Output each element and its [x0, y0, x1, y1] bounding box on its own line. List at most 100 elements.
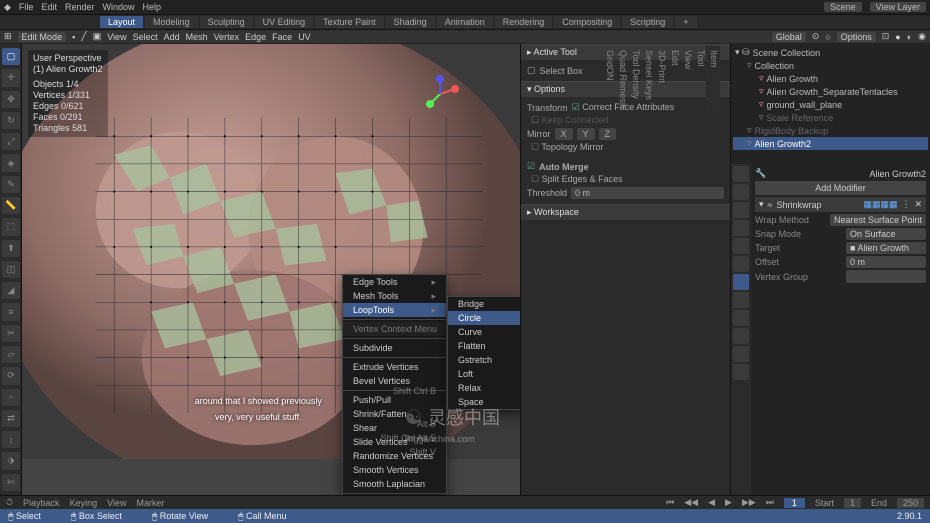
snap-mode-field[interactable]: On Surface [846, 228, 926, 240]
outliner-item[interactable]: ▿ Alien Growth [733, 72, 928, 85]
tool-bevel[interactable]: ◢ [2, 282, 20, 299]
menu-view[interactable]: View [107, 32, 126, 42]
submenu-item[interactable]: Gstretch [448, 353, 520, 367]
nav-gizmo[interactable] [420, 74, 460, 114]
modifier-shrinkwrap[interactable]: ▾ ≈ Shrinkwrap ▦▦▦▦ ⋮ ✕ [755, 197, 926, 212]
options-dropdown[interactable]: Options [837, 32, 876, 42]
modifier-menu-icon[interactable]: ⋮ [901, 199, 910, 210]
tool-smooth[interactable]: ~ [2, 389, 20, 406]
ctx-item[interactable]: Mesh Tools▸ [343, 289, 446, 303]
menu-face[interactable]: Face [272, 32, 292, 42]
current-frame[interactable]: 1 [784, 498, 805, 508]
tab-modeling[interactable]: Modeling [145, 16, 198, 28]
prop-tab-render[interactable] [733, 166, 749, 182]
sel-edge-icon[interactable]: ╱ [81, 31, 86, 42]
timeline[interactable]: ⏱ Playback Keying View Marker ⏮ ◀◀ ◀ ▶ ▶… [0, 495, 930, 509]
menu-edge[interactable]: Edge [245, 32, 266, 42]
tab-animation[interactable]: Animation [437, 16, 493, 28]
menu-file[interactable]: File [19, 2, 34, 12]
shading-wireframe-icon[interactable]: ⊡ [882, 31, 890, 42]
start-frame[interactable]: 1 [844, 498, 861, 508]
viewlayer-selector[interactable]: View Layer [870, 2, 926, 12]
tool-extrude[interactable]: ⬆ [2, 240, 20, 257]
submenu-item[interactable]: Bridge [448, 297, 520, 311]
prev-key-icon[interactable]: ◀◀ [684, 497, 698, 508]
context-menu-vertex[interactable]: Edge Tools▸Mesh Tools▸LoopTools▸ Vertex C… [342, 274, 447, 495]
tool-transform[interactable]: ◈ [2, 154, 20, 171]
menu-window[interactable]: Window [102, 2, 134, 12]
submenu-item[interactable]: Flatten [448, 339, 520, 353]
sel-face-icon[interactable]: ▣ [93, 31, 102, 42]
submenu-looptools[interactable]: BridgeCircleCurveFlattenGstretchLoftRela… [447, 296, 520, 410]
orientation-selector[interactable]: Global [772, 32, 806, 42]
prop-tab-physics[interactable] [733, 310, 749, 326]
outliner[interactable]: ▾ ⛁ Scene Collection ▿ Collection▿ Alien… [731, 44, 930, 164]
prop-tab-object[interactable] [733, 256, 749, 272]
menu-mesh[interactable]: Mesh [186, 32, 208, 42]
tool-polybuild[interactable]: ▱ [2, 346, 20, 363]
menu-render[interactable]: Render [65, 2, 95, 12]
next-key-icon[interactable]: ▶▶ [742, 497, 756, 508]
prop-tab-viewlayer[interactable] [733, 202, 749, 218]
editor-type-icon[interactable]: ⊞ [4, 31, 12, 42]
tab-texturepaint[interactable]: Texture Paint [315, 16, 384, 28]
tab-compositing[interactable]: Compositing [554, 16, 620, 28]
submenu-item[interactable]: Curve [448, 325, 520, 339]
outliner-item[interactable]: ▿ RigidBody Backup [733, 124, 928, 137]
auto-merge-checkbox[interactable]: Auto Merge [527, 161, 724, 172]
ctx-item[interactable]: Extrude Vertices [343, 360, 446, 374]
jump-start-icon[interactable]: ⏮ [666, 497, 674, 508]
mirror-x[interactable]: X [555, 128, 573, 140]
menu-edit[interactable]: Edit [41, 2, 57, 12]
add-modifier-button[interactable]: Add Modifier [755, 181, 926, 195]
outliner-item[interactable]: ▿ Collection [733, 59, 928, 72]
threshold-field[interactable]: 0 m [571, 187, 724, 199]
ctx-item[interactable]: Randomize Vertices [343, 449, 446, 463]
prop-tab-particle[interactable] [733, 292, 749, 308]
tab-rendering[interactable]: Rendering [495, 16, 553, 28]
ctx-item[interactable]: LoopTools▸ [343, 303, 446, 317]
tool-shrink[interactable]: ↕ [2, 431, 20, 448]
prop-tab-world[interactable] [733, 238, 749, 254]
menu-vertex[interactable]: Vertex [214, 32, 240, 42]
tool-measure[interactable]: 📏 [2, 197, 20, 214]
end-frame[interactable]: 250 [897, 498, 924, 508]
topology-mirror-checkbox[interactable]: Topology Mirror [531, 142, 603, 153]
sel-vert-icon[interactable]: ▪ [72, 32, 75, 42]
tool-spin[interactable]: ⟳ [2, 367, 20, 384]
outliner-item[interactable]: ▿ ground_wall_plane [733, 98, 928, 111]
menu-uv[interactable]: UV [298, 32, 311, 42]
menu-add[interactable]: Add [164, 32, 180, 42]
mode-selector[interactable]: Edit Mode [18, 32, 67, 42]
tool-rip[interactable]: ✄ [2, 474, 20, 491]
prop-tab-modifier[interactable] [733, 274, 749, 290]
tool-edgeslide[interactable]: ⇄ [2, 410, 20, 427]
submenu-item[interactable]: Relax [448, 381, 520, 395]
shading-solid-icon[interactable]: ● [895, 32, 900, 42]
tool-cursor[interactable]: ✛ [2, 69, 20, 86]
shading-matpreview-icon[interactable]: ◐ [907, 32, 912, 42]
tool-knife[interactable]: ✂ [2, 325, 20, 342]
tool-rotate[interactable]: ↻ [2, 112, 20, 129]
submenu-item[interactable]: Circle [448, 311, 520, 325]
scene-selector[interactable]: Scene [824, 2, 862, 12]
ctx-item[interactable]: Vertex Context Menu [343, 322, 446, 336]
proportional-icon[interactable]: ○ [825, 32, 830, 42]
ctx-item[interactable]: Edge Tools▸ [343, 275, 446, 289]
play-icon[interactable]: ▶ [725, 497, 732, 508]
prop-tab-mesh[interactable] [733, 346, 749, 362]
split-edges-checkbox[interactable]: Split Edges & Faces [531, 174, 623, 185]
tool-scale[interactable]: ⤢ [2, 133, 20, 150]
tab-shading[interactable]: Shading [386, 16, 435, 28]
keep-connected-checkbox[interactable]: Keep Connected [531, 115, 609, 126]
prop-tab-constraint[interactable] [733, 328, 749, 344]
prop-tab-material[interactable] [733, 364, 749, 380]
timeline-editor-icon[interactable]: ⏱ [6, 497, 13, 508]
jump-end-icon[interactable]: ⏭ [766, 497, 774, 508]
submenu-item[interactable]: Loft [448, 367, 520, 381]
sidebar-tabs[interactable]: ItemToolView Edit3D-PrintSensei Keys Too… [706, 46, 720, 112]
tool-annotate[interactable]: ✎ [2, 176, 20, 193]
shading-rendered-icon[interactable]: ◉ [918, 31, 926, 42]
tab-sculpting[interactable]: Sculpting [200, 16, 253, 28]
3d-viewport[interactable]: User Perspective (1) Alien Growth2 Objec… [22, 44, 520, 495]
